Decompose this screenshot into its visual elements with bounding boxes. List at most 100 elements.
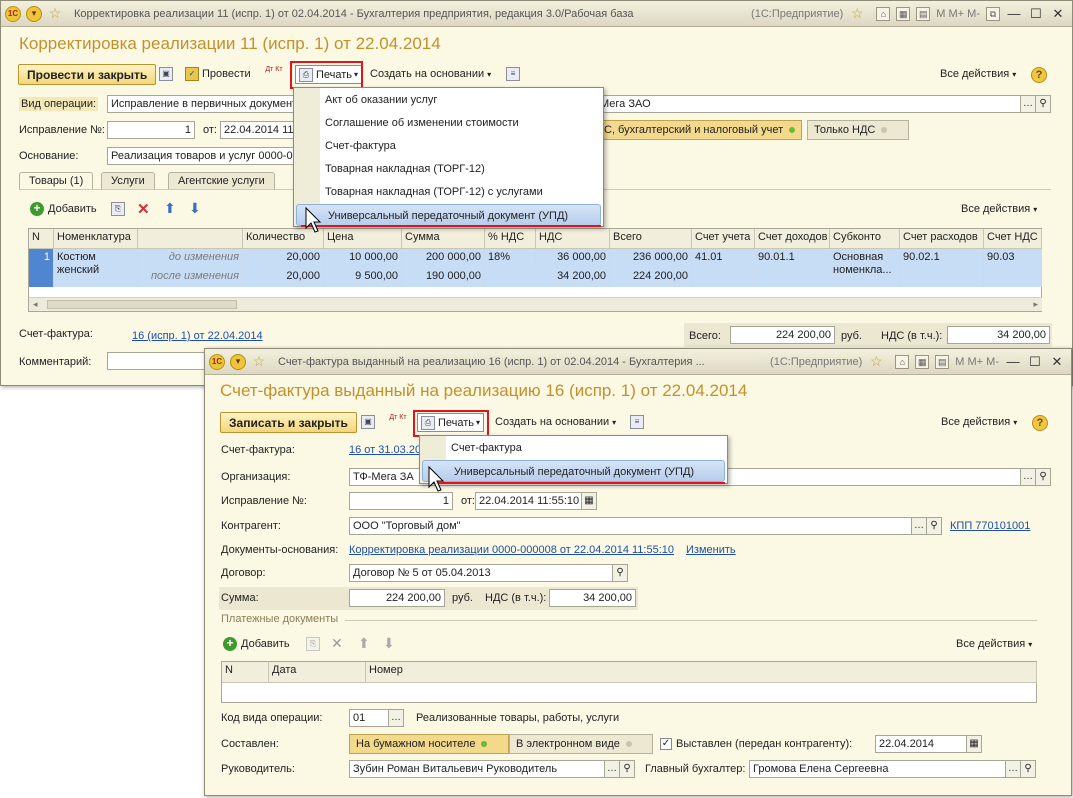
col-vat[interactable]: НДС	[536, 229, 610, 249]
menu-item-torg12-services[interactable]: Товарная накладная (ТОРГ-12) с услугами	[294, 181, 603, 203]
menu-item-invoice[interactable]: Счет-фактура	[294, 135, 603, 157]
invoice-link[interactable]: 16 (испр. 1) от 22.04.2014	[132, 330, 263, 342]
col-nomenclature[interactable]: Номенклатура	[54, 229, 138, 249]
scroll-thumb[interactable]	[47, 300, 237, 309]
correction-date-field[interactable]: 22.04.2014 11:	[220, 121, 296, 139]
search-icon[interactable]: ⚲	[1035, 95, 1051, 113]
move-up-button[interactable]: ⬆	[164, 200, 176, 217]
structure-button[interactable]: ≡	[506, 67, 523, 81]
menu-circle-icon[interactable]: ▾	[26, 5, 42, 22]
menu-item-upd[interactable]: Универсальный передаточный документ (УПД…	[296, 204, 601, 226]
add-favorite-icon[interactable]: ☆	[868, 353, 884, 370]
col-sum[interactable]: Сумма	[402, 229, 485, 249]
col-price[interactable]: Цена	[324, 229, 402, 249]
chief-accountant-field[interactable]: Громова Елена Сергеевна	[749, 760, 1006, 778]
col-account[interactable]: Счет учета	[692, 229, 755, 249]
counterparty-field[interactable]: ООО "Торговый дом"	[349, 517, 912, 535]
create-based-on-button[interactable]: Создать на основании ▾	[370, 68, 491, 80]
close-icon[interactable]: ✕	[1049, 354, 1065, 370]
base-doc-link[interactable]: Корректировка реализации 0000-000008 от …	[349, 544, 674, 556]
help-icon[interactable]: ?	[1032, 415, 1048, 431]
kpp-link[interactable]: КПП 770101001	[950, 520, 1030, 532]
menu-circle-icon[interactable]: ▾	[230, 353, 246, 370]
grid-all-actions-button[interactable]: Все действия ▾	[961, 203, 1037, 215]
menu-item-invoice[interactable]: Счет-фактура	[420, 437, 727, 459]
col-n[interactable]: N	[222, 662, 269, 683]
favorite-star-icon[interactable]: ☆	[47, 5, 63, 22]
head-field[interactable]: Зубин Роман Витальевич Руководитель	[349, 760, 605, 778]
all-actions-button[interactable]: Все действия ▾	[940, 68, 1016, 80]
checkmark-icon[interactable]: ✓	[660, 738, 672, 751]
calendar-icon[interactable]: ▤	[916, 6, 931, 21]
col-date[interactable]: Дата	[269, 662, 366, 683]
post-button[interactable]: ✓ Провести	[185, 67, 251, 81]
memory-buttons[interactable]: M M+ M-	[936, 8, 980, 20]
dt-kt-button[interactable]: Дт Кт	[389, 414, 407, 421]
dt-kt-button[interactable]: Дт Кт	[265, 66, 283, 73]
search-icon[interactable]: ⚲	[926, 517, 942, 535]
comment-field[interactable]	[107, 352, 207, 370]
move-down-button[interactable]: ⬇	[189, 200, 201, 217]
add-row-button[interactable]: + Добавить	[30, 202, 97, 216]
contract-field[interactable]: Договор № 5 от 05.04.2013	[349, 564, 613, 582]
maximize-icon[interactable]: ☐	[1028, 6, 1044, 22]
select-ellipsis-icon[interactable]: …	[911, 517, 927, 535]
op-type-field[interactable]: Исправление в первичных документах	[107, 95, 297, 113]
delete-row-button[interactable]: ✕	[137, 200, 150, 218]
correction-date-field[interactable]: 22.04.2014 11:55:10	[475, 492, 582, 510]
col-income-account[interactable]: Счет доходов	[755, 229, 830, 249]
search-icon[interactable]: ⚲	[1020, 760, 1036, 778]
link-icon[interactable]: ⌂	[876, 6, 891, 21]
col-number[interactable]: Номер	[366, 662, 1037, 683]
all-actions-button[interactable]: Все действия ▾	[941, 416, 1017, 428]
calculator-icon[interactable]: ▦	[915, 354, 930, 369]
add-payment-button[interactable]: + Добавить	[223, 637, 290, 651]
col-vat-rate[interactable]: % НДС	[485, 229, 536, 249]
compare-icon[interactable]: ⧉	[986, 6, 1000, 21]
scroll-right-icon[interactable]: ▸	[1033, 299, 1038, 310]
save-button[interactable]: ▣	[159, 67, 176, 81]
save-button[interactable]: ▣	[361, 415, 378, 429]
table-row[interactable]: 1 Костюм женский до изменения после изме…	[29, 249, 1042, 287]
vat-only-toggle[interactable]: Только НДС	[807, 120, 909, 140]
structure-button[interactable]: ≡	[630, 415, 647, 429]
invoice-link[interactable]: 16 от 31.03.20	[349, 444, 421, 456]
electronic-toggle[interactable]: В электронном виде	[509, 734, 653, 754]
minimize-icon[interactable]: —	[1005, 354, 1021, 369]
tab-services[interactable]: Услуги	[101, 172, 155, 190]
op-code-field[interactable]: 01	[349, 709, 389, 727]
menu-item-price-agreement[interactable]: Соглашение об изменении стоимости	[294, 112, 603, 134]
change-link[interactable]: Изменить	[686, 544, 736, 556]
search-icon[interactable]: ⚲	[612, 564, 628, 582]
tab-agent-services[interactable]: Агентские услуги	[168, 172, 275, 190]
paper-toggle[interactable]: На бумажном носителе	[349, 734, 509, 754]
search-icon[interactable]: ⚲	[619, 760, 635, 778]
grid-all-actions-button[interactable]: Все действия ▾	[956, 638, 1032, 650]
scroll-left-icon[interactable]: ◂	[33, 299, 38, 310]
copy-row-button[interactable]: ⎘	[111, 202, 128, 216]
col-n[interactable]: N	[29, 229, 54, 249]
col-vat-account[interactable]: Счет НДС	[984, 229, 1042, 249]
calculator-icon[interactable]: ▦	[896, 6, 911, 21]
accounting-toggle[interactable]: С, бухгалтерский и налоговый учет	[597, 120, 803, 140]
select-ellipsis-icon[interactable]: …	[1005, 760, 1021, 778]
select-ellipsis-icon[interactable]: …	[1020, 468, 1036, 486]
1c-logo-icon[interactable]: 1С	[5, 5, 21, 22]
add-favorite-icon[interactable]: ☆	[849, 5, 865, 22]
col-total[interactable]: Всего	[610, 229, 692, 249]
save-and-close-button[interactable]: Записать и закрыть	[220, 412, 357, 433]
minimize-icon[interactable]: —	[1006, 6, 1022, 21]
maximize-icon[interactable]: ☐	[1027, 354, 1043, 370]
organization-field[interactable]: Мега ЗАО	[597, 95, 1021, 113]
select-ellipsis-icon[interactable]: …	[388, 709, 404, 727]
col-subconto[interactable]: Субконто	[830, 229, 900, 249]
issued-date-field[interactable]: 22.04.2014	[875, 735, 967, 753]
tab-goods[interactable]: Товары (1)	[19, 172, 94, 190]
post-and-close-button[interactable]: Провести и закрыть	[18, 64, 157, 85]
search-icon[interactable]: ⚲	[1035, 468, 1051, 486]
horizontal-scrollbar[interactable]: ◂ ▸	[29, 297, 1042, 311]
calendar-icon[interactable]: ▦	[966, 735, 982, 753]
menu-item-upd[interactable]: Универсальный передаточный документ (УПД…	[422, 460, 725, 482]
calendar-icon[interactable]: ▤	[935, 354, 950, 369]
1c-logo-icon[interactable]: 1С	[209, 353, 225, 370]
